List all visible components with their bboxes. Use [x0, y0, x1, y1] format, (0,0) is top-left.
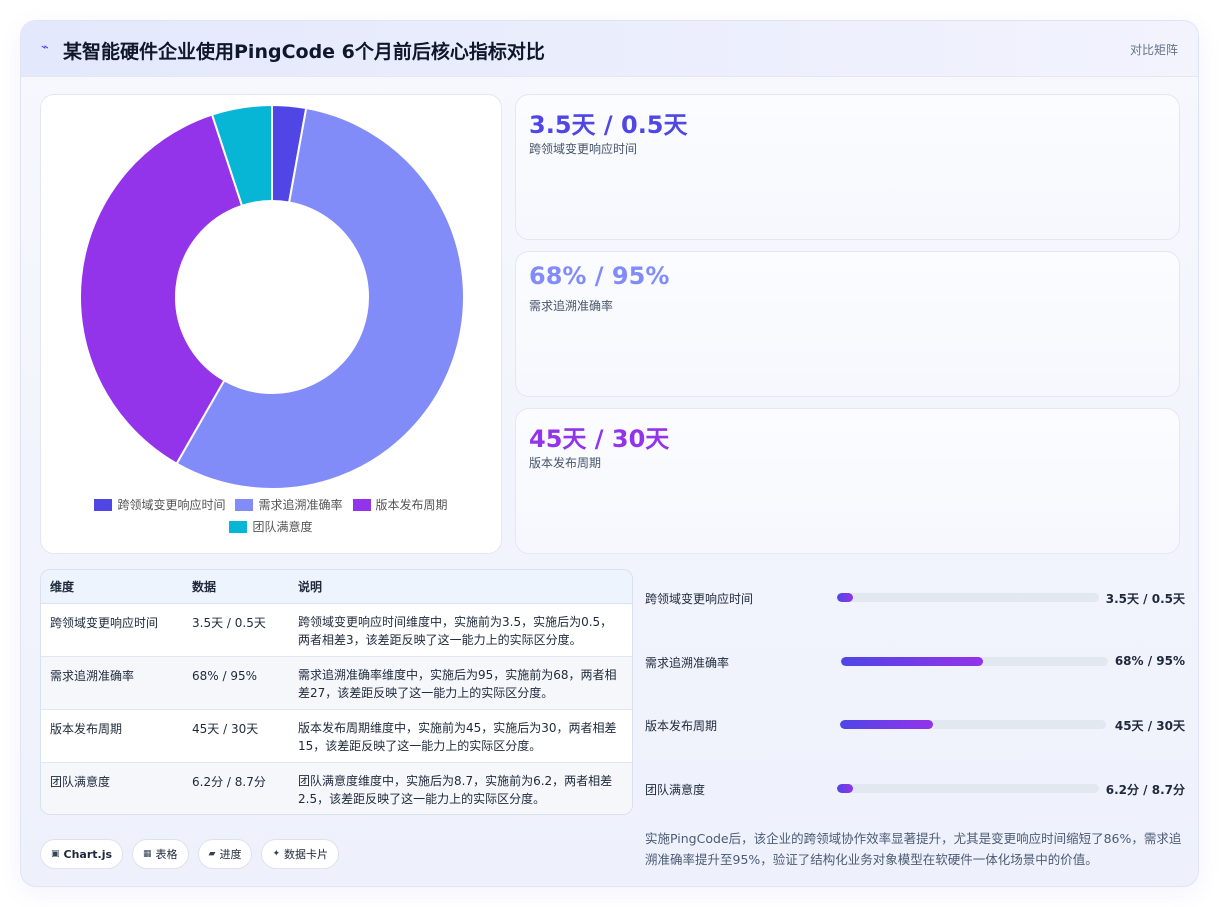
progress-row: 版本发布周期 45天 / 30天	[645, 715, 1185, 735]
stat-value: 3.5天 / 0.5天	[529, 111, 688, 139]
legend-item[interactable]: 跨领域变更响应时间	[94, 496, 225, 513]
legend-label: 版本发布周期	[375, 498, 448, 512]
column-header: 维度	[41, 570, 183, 604]
table-cell: 3.5天 / 0.5天	[183, 603, 289, 657]
table-cell: 需求追溯准确率	[41, 656, 183, 710]
table-cell: 45天 / 30天	[183, 709, 289, 763]
stat-value: 45天 / 30天	[529, 425, 670, 453]
data-table: 维度 数据 说明 跨领域变更响应时间 3.5天 / 0.5天 跨领域变更响应时间…	[41, 570, 632, 814]
progress-value: 68% / 95%	[1114, 654, 1185, 668]
table-icon: ▦	[143, 849, 152, 859]
table-cell: 跨领域变更响应时间维度中，实施前为3.5，实施后为0.5，两者相差3，该差距反映…	[289, 603, 632, 657]
progress-value: 6.2分 / 8.7分	[1105, 783, 1185, 797]
progress-label: 版本发布周期	[645, 719, 718, 733]
table-cell: 68% / 95%	[183, 656, 289, 710]
legend-label: 跨领域变更响应时间	[117, 498, 226, 512]
stat-card-response-time: 3.5天 / 0.5天 跨领域变更响应时间	[515, 94, 1180, 240]
stat-label: 需求追溯准确率	[529, 299, 614, 313]
progress-row: 团队满意度 6.2分 / 8.7分	[645, 779, 1185, 799]
legend-item[interactable]: 团队满意度	[229, 518, 313, 535]
chart-legend-row-1: 跨领域变更响应时间 需求追溯准确率 版本发布周期	[41, 496, 501, 513]
progress-label: 跨领域变更响应时间	[645, 592, 754, 606]
legend-swatch	[352, 498, 371, 511]
progress-track	[841, 657, 1108, 666]
donut-chart-panel: 跨领域变更响应时间 需求追溯准确率 版本发布周期 团队满意度	[40, 94, 502, 554]
table-cell: 需求追溯准确率维度中，实施后为95，实施前为68，两者相差27，该差距反映了这一…	[289, 656, 632, 710]
table-cell: 团队满意度	[50, 774, 111, 789]
progress-value: 45天 / 30天	[1114, 719, 1185, 733]
legend-item[interactable]: 需求追溯准确率	[235, 496, 343, 513]
chartjs-chip[interactable]: ▣ Chart.js	[40, 839, 124, 869]
stat-label: 跨领域变更响应时间	[529, 142, 638, 156]
progress-fill	[837, 784, 853, 793]
table-chip[interactable]: ▦ 表格	[132, 839, 189, 869]
column-header: 数据	[183, 570, 289, 604]
table-cell: 版本发布周期	[41, 709, 183, 763]
progress-fill	[840, 720, 934, 729]
progress-fill	[841, 657, 983, 666]
table-cell: 6.2分 / 8.7分	[192, 774, 266, 789]
progress-track	[840, 720, 1106, 729]
progress-label: 需求追溯准确率	[645, 656, 730, 670]
data-table-panel: 维度 数据 说明 跨领域变更响应时间 3.5天 / 0.5天 跨领域变更响应时间…	[40, 569, 633, 815]
legend-swatch	[235, 498, 254, 511]
stat-card-trace-accuracy: 68% / 95% 需求追溯准确率	[515, 251, 1180, 397]
progress-fill	[837, 593, 853, 602]
view-chips: ▣ Chart.js ▦ 表格 ▰ 进度 ✦ 数据卡片	[40, 839, 340, 869]
progress-value: 3.5天 / 0.5天	[1105, 592, 1185, 606]
stat-value: 68% / 95%	[529, 262, 670, 290]
page-title: 某智能硬件企业使用PingCode 6个月前后核心指标对比	[63, 41, 545, 63]
table-row: 跨领域变更响应时间 3.5天 / 0.5天 跨领域变更响应时间维度中，实施前为3…	[41, 603, 632, 657]
legend-item[interactable]: 版本发布周期	[352, 496, 448, 513]
progress-track	[837, 593, 1099, 602]
table-header-row: 维度 数据 说明	[41, 570, 632, 604]
progress-row: 需求追溯准确率 68% / 95%	[645, 652, 1185, 672]
legend-swatch	[94, 498, 113, 511]
stat-label: 版本发布周期	[529, 456, 602, 470]
sparkle-icon: ✦	[272, 849, 281, 859]
stat-card-release-cycle: 45天 / 30天 版本发布周期	[515, 408, 1180, 554]
progress-chip[interactable]: ▰ 进度	[197, 839, 253, 869]
progress-icon: ▰	[208, 849, 216, 859]
table-cell: 跨领域变更响应时间	[41, 603, 183, 657]
compare-matrix-button[interactable]: 对比矩阵	[1130, 41, 1178, 58]
table-row: 团队满意度 6.2分 / 8.7分 团队满意度维度中，实施后为8.7，实施前为6…	[41, 762, 632, 814]
card-header: ⌁ 某智能硬件企业使用PingCode 6个月前后核心指标对比 对比矩阵	[21, 21, 1198, 77]
legend-label: 团队满意度	[252, 520, 313, 534]
summary-text: 实施PingCode后，该企业的跨领域协作效率显著提升，尤其是变更响应时间缩短了…	[645, 831, 1182, 867]
chip-label: 数据卡片	[284, 848, 329, 861]
table-row: 需求追溯准确率 68% / 95% 需求追溯准确率维度中，实施后为95，实施前为…	[41, 656, 632, 710]
table-row: 版本发布周期 45天 / 30天 版本发布周期维度中，实施前为45，实施后为30…	[41, 709, 632, 763]
table-cell: 版本发布周期维度中，实施前为45，实施后为30，两者相差15，该差距反映了这一能…	[289, 709, 632, 763]
chip-label: 表格	[155, 848, 178, 861]
chart-icon: ▣	[51, 849, 60, 859]
progress-track	[837, 784, 1099, 793]
chip-label: Chart.js	[63, 847, 113, 861]
table-cell: 团队满意度维度中，实施后为8.7，实施前为6.2，两者相差2.5，该差距反映了这…	[298, 773, 613, 806]
progress-label: 团队满意度	[645, 783, 706, 797]
data-card-chip[interactable]: ✦ 数据卡片	[261, 839, 340, 869]
trend-icon: ⌁	[41, 40, 49, 55]
donut-chart	[79, 103, 465, 490]
legend-swatch	[229, 520, 248, 533]
chart-legend-row-2: 团队满意度	[41, 518, 501, 535]
progress-row: 跨领域变更响应时间 3.5天 / 0.5天	[645, 588, 1185, 608]
chip-label: 进度	[219, 848, 242, 861]
column-header: 说明	[289, 570, 632, 604]
legend-label: 需求追溯准确率	[258, 498, 343, 512]
comparison-card: ⌁ 某智能硬件企业使用PingCode 6个月前后核心指标对比 对比矩阵 跨领域…	[20, 20, 1199, 887]
